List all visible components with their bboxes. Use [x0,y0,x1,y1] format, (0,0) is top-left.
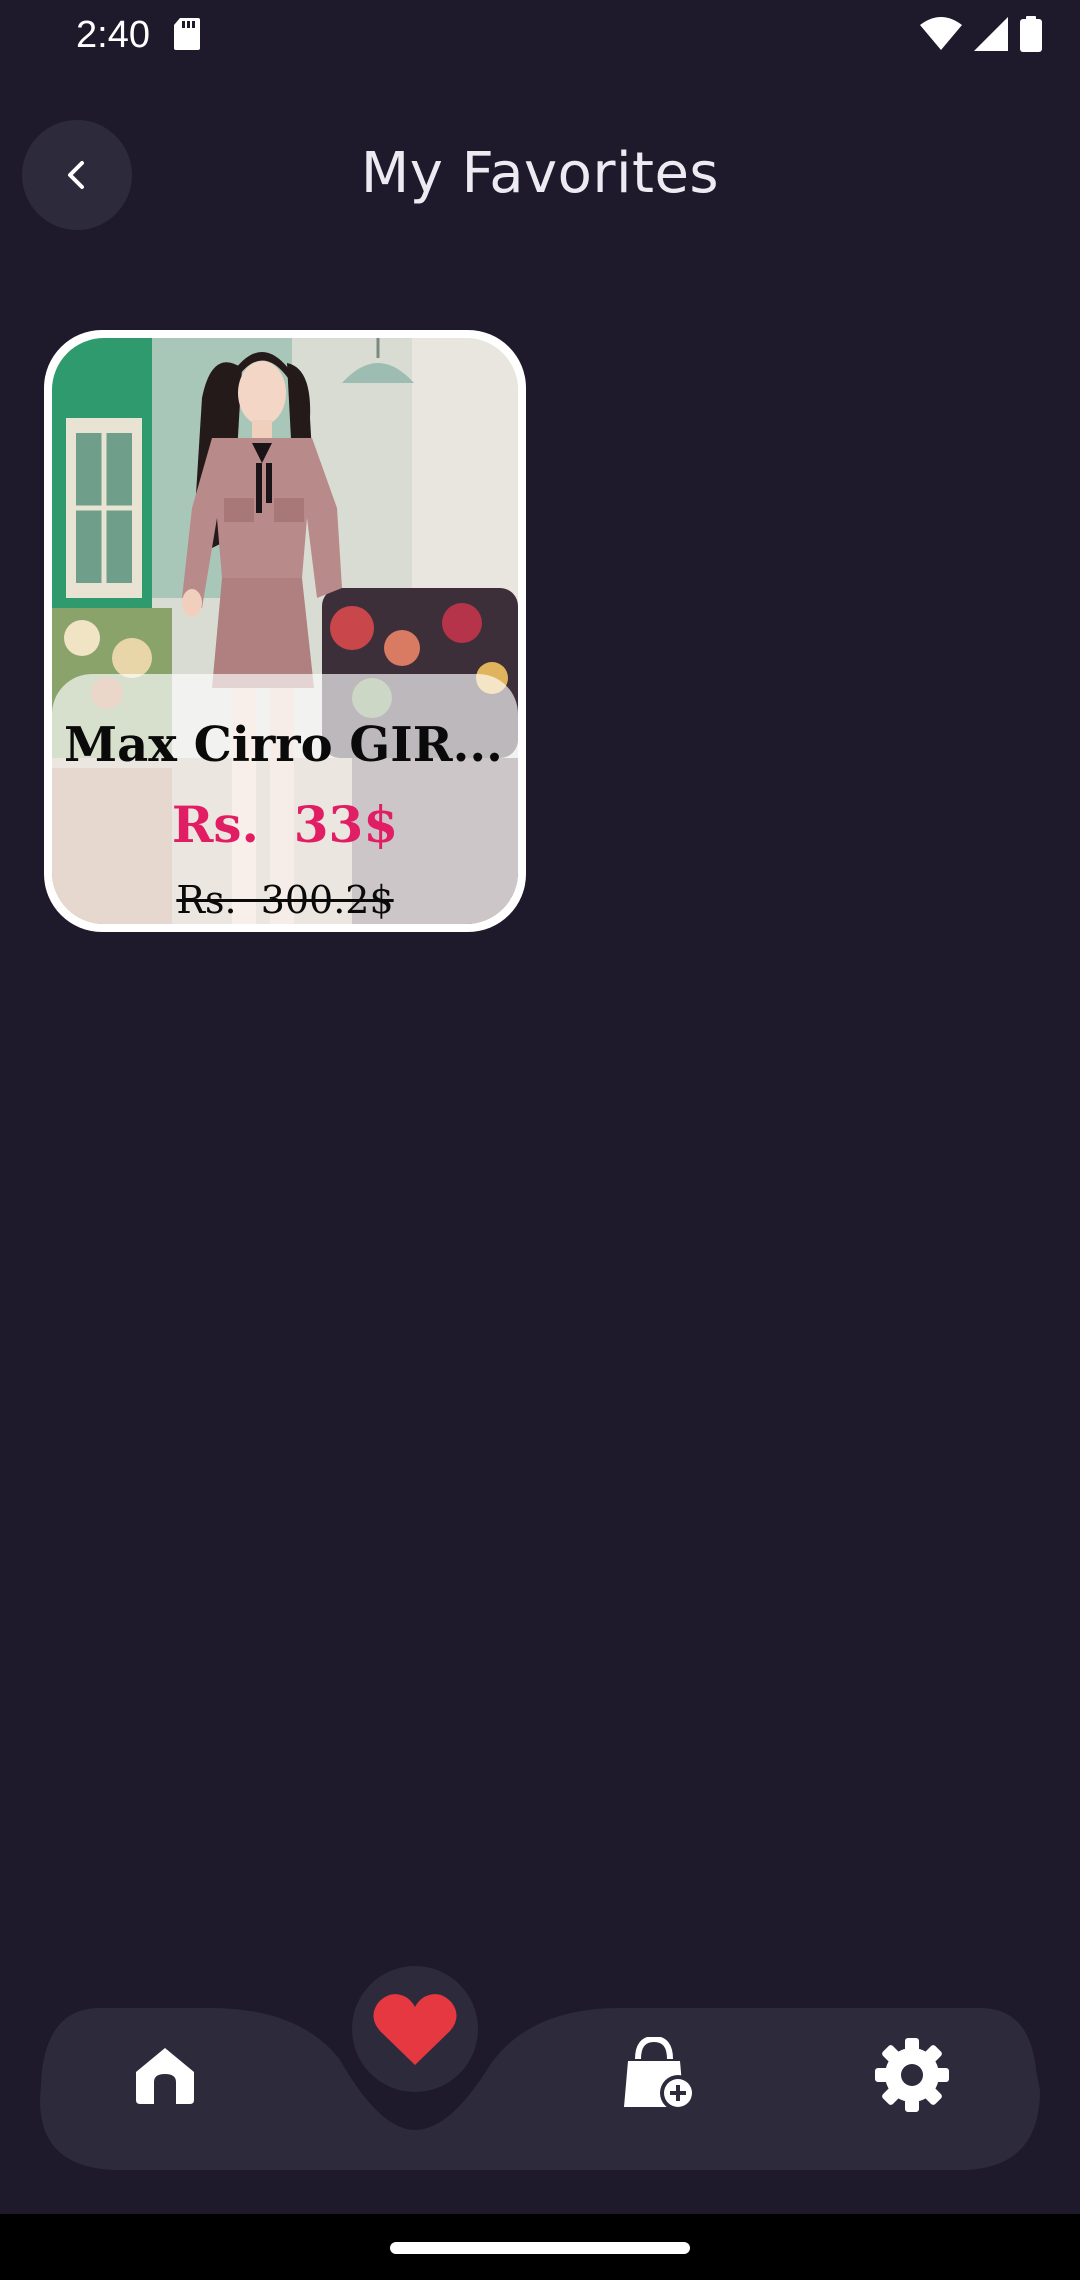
heart-icon [373,1994,457,2065]
wifi-icon [920,17,962,50]
sd-card-icon [174,18,200,50]
status-time: 2:40 [76,14,150,56]
nav-cart-button[interactable] [620,2035,700,2115]
system-nav-bar [0,2214,1080,2280]
nav-settings-button[interactable] [872,2035,952,2115]
home-icon [136,2048,194,2104]
nav-favorites-button[interactable] [352,1966,478,2092]
product-price: Rs. 33$ [171,795,399,854]
status-icons [920,16,1042,52]
gear-icon [875,2038,949,2112]
page-title: My Favorites [360,141,720,206]
status-bar: 2:40 [0,0,1080,70]
product-original-price: Rs. 300.2$ [176,878,394,922]
nav-home-button[interactable] [125,2035,205,2115]
product-name: Max Cirro GIR... [64,717,503,773]
shopping-bag-add-icon [624,2037,696,2111]
favorites-screen: 2:40 My Favorites Max Cirro GIR... Rs. 3… [0,0,1080,2280]
home-indicator[interactable] [390,2242,690,2254]
cell-signal-icon [974,17,1008,51]
battery-icon [1020,16,1042,52]
bottom-nav [0,1950,1080,2180]
